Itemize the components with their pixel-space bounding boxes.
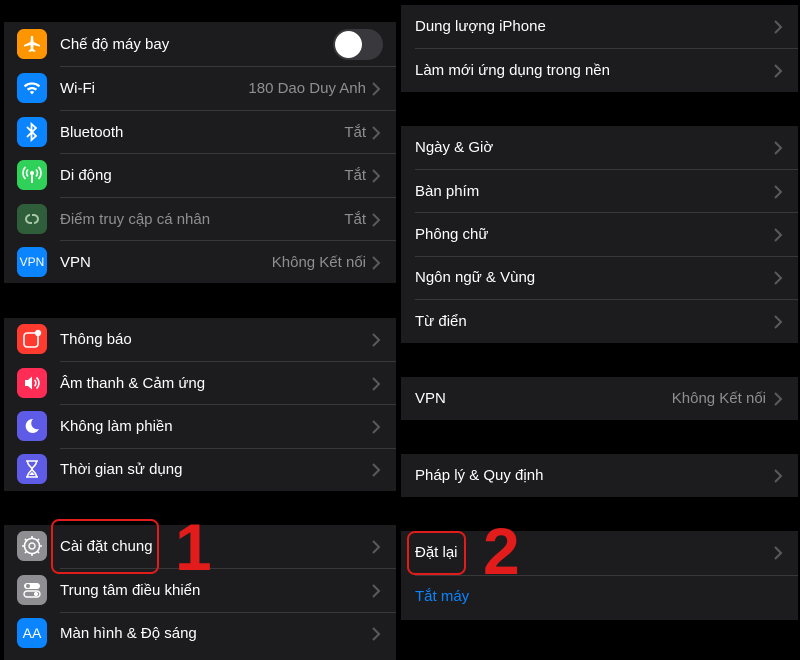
chevron-right-icon	[774, 314, 783, 329]
highlight-general	[51, 519, 159, 574]
do-not-disturb-row[interactable]: Không làm phiền	[4, 405, 396, 448]
date-time-row[interactable]: Ngày & Giờ	[401, 126, 798, 169]
do-not-disturb-label: Không làm phiền	[60, 418, 173, 435]
shutdown-row[interactable]: Tắt máy	[401, 575, 798, 618]
chevron-right-icon	[774, 63, 783, 78]
dictionary-label: Từ điển	[415, 313, 467, 330]
iphone-storage-row[interactable]: Dung lượng iPhone	[401, 5, 798, 48]
background-refresh-label: Làm mới ứng dụng trong nền	[415, 62, 610, 79]
cellular-label: Di động	[60, 167, 112, 184]
dictionary-row[interactable]: Từ điển	[401, 300, 798, 343]
right-group-storage: Dung lượng iPhone Làm mới ứng dụng trong…	[401, 5, 798, 92]
chevron-right-icon	[372, 125, 381, 140]
vpn-right-row[interactable]: VPN Không Kết nối	[401, 377, 798, 420]
chevron-right-icon	[372, 168, 381, 183]
cellular-icon	[17, 160, 47, 190]
legal-label: Pháp lý & Quy định	[415, 467, 544, 484]
airplane-icon	[17, 29, 47, 59]
chevron-right-icon	[372, 255, 381, 270]
chevron-right-icon	[372, 81, 381, 96]
bluetooth-icon	[17, 117, 47, 147]
cellular-row[interactable]: Di động Tắt	[4, 154, 396, 197]
hotspot-value: Tắt	[344, 211, 366, 228]
hotspot-icon	[17, 204, 47, 234]
date-time-label: Ngày & Giờ	[415, 139, 494, 156]
chevron-right-icon	[372, 626, 381, 641]
legal-row[interactable]: Pháp lý & Quy định	[401, 454, 798, 497]
airplane-mode-row[interactable]: Chế độ máy bay	[4, 23, 396, 66]
vpn-label: VPN	[60, 254, 91, 271]
chevron-right-icon	[372, 212, 381, 227]
keyboard-row[interactable]: Bàn phím	[401, 170, 798, 213]
bluetooth-label: Bluetooth	[60, 124, 124, 141]
bluetooth-row[interactable]: Bluetooth Tắt	[4, 111, 396, 154]
chevron-right-icon	[774, 19, 783, 34]
step-2-label: 2	[483, 514, 520, 588]
chevron-right-icon	[372, 583, 381, 598]
chevron-right-icon	[774, 270, 783, 285]
left-group-connectivity: Chế độ máy bay Wi-Fi 180 Dao Duy Anh Blu…	[4, 22, 396, 283]
chevron-right-icon	[372, 539, 381, 554]
fonts-label: Phông chữ	[415, 226, 489, 243]
iphone-storage-label: Dung lượng iPhone	[415, 18, 546, 35]
chevron-right-icon	[774, 184, 783, 199]
highlight-reset	[407, 531, 466, 575]
chevron-right-icon	[372, 332, 381, 347]
right-group-legal: Pháp lý & Quy định	[401, 454, 798, 497]
fonts-row[interactable]: Phông chữ	[401, 213, 798, 256]
wifi-value: 180 Dao Duy Anh	[248, 80, 366, 97]
toggle-knob	[335, 31, 362, 58]
hourglass-icon	[17, 454, 47, 484]
notifications-label: Thông báo	[60, 331, 132, 348]
right-group-locale: Ngày & Giờ Bàn phím Phông chữ Ngôn ngữ &…	[401, 126, 798, 343]
sound-label: Âm thanh & Cảm ứng	[60, 375, 206, 392]
airplane-mode-toggle[interactable]	[333, 29, 383, 60]
vpn-value: Không Kết nối	[271, 254, 366, 271]
wifi-icon	[17, 73, 47, 103]
sound-icon	[17, 368, 47, 398]
wifi-row[interactable]: Wi-Fi 180 Dao Duy Anh	[4, 67, 396, 110]
shutdown-label: Tắt máy	[415, 588, 470, 605]
chevron-right-icon	[774, 140, 783, 155]
language-region-label: Ngôn ngữ & Vùng	[415, 269, 536, 286]
vpn-right-value: Không Kết nối	[671, 390, 766, 407]
right-group-vpn: VPN Không Kết nối	[401, 377, 798, 420]
language-region-row[interactable]: Ngôn ngữ & Vùng	[401, 256, 798, 299]
chevron-right-icon	[372, 376, 381, 391]
chevron-right-icon	[774, 468, 783, 483]
moon-icon	[17, 411, 47, 441]
airplane-mode-label: Chế độ máy bay	[60, 36, 170, 53]
gear-icon	[17, 531, 47, 561]
cellular-value: Tắt	[344, 167, 366, 184]
chevron-right-icon	[372, 419, 381, 434]
chevron-right-icon	[774, 391, 783, 406]
hotspot-label: Điểm truy cập cá nhân	[60, 211, 211, 228]
screen-time-row[interactable]: Thời gian sử dụng	[4, 448, 396, 491]
bluetooth-value: Tắt	[344, 124, 366, 141]
chevron-right-icon	[372, 462, 381, 477]
vpn-right-label: VPN	[415, 390, 446, 407]
wifi-label: Wi-Fi	[60, 80, 95, 97]
chevron-right-icon	[774, 227, 783, 242]
step-1-label: 1	[175, 510, 212, 584]
control-center-icon	[17, 575, 47, 605]
chevron-right-icon	[774, 545, 783, 560]
background-refresh-row[interactable]: Làm mới ứng dụng trong nền	[401, 49, 798, 92]
vpn-row[interactable]: VPN VPN Không Kết nối	[4, 241, 396, 284]
hotspot-row[interactable]: Điểm truy cập cá nhân Tắt	[4, 198, 396, 241]
notifications-icon	[17, 324, 47, 354]
display-brightness-label: Màn hình & Độ sáng	[60, 625, 197, 642]
display-brightness-row[interactable]: AA Màn hình & Độ sáng	[4, 612, 396, 655]
notifications-row[interactable]: Thông báo	[4, 318, 396, 361]
keyboard-label: Bàn phím	[415, 183, 480, 200]
display-icon: AA	[17, 618, 47, 648]
vpn-icon: VPN	[17, 247, 47, 277]
sound-row[interactable]: Âm thanh & Cảm ứng	[4, 362, 396, 405]
screen-time-label: Thời gian sử dụng	[60, 461, 183, 478]
left-group-notifications: Thông báo Âm thanh & Cảm ứng Không làm p…	[4, 318, 396, 491]
